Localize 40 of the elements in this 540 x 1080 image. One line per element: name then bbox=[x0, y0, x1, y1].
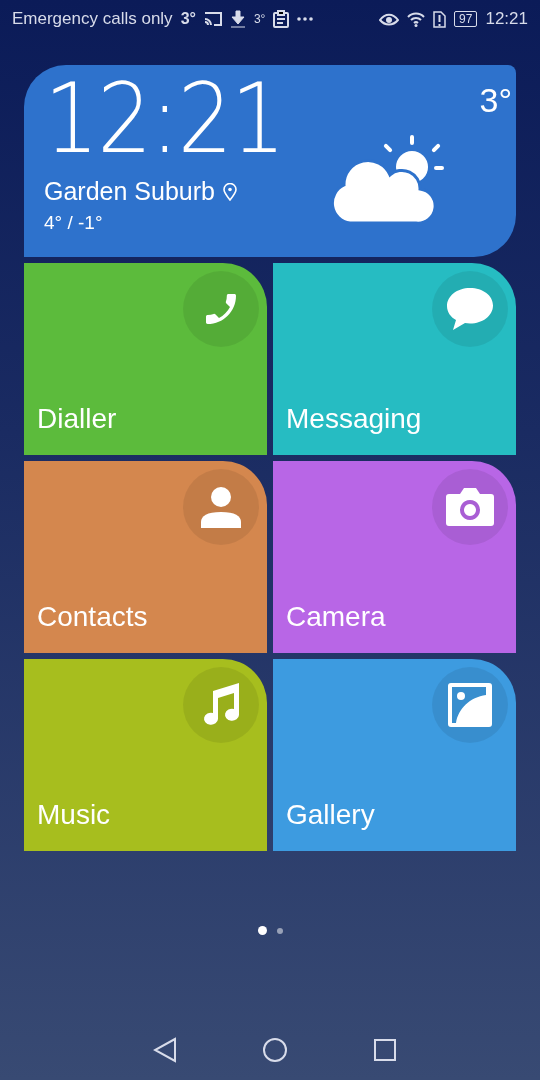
app-label: Contacts bbox=[37, 601, 148, 633]
weather-card[interactable]: 12:21 Garden Suburb 4° / -1° 3° bbox=[24, 65, 516, 257]
battery-indicator: 97 bbox=[454, 11, 478, 27]
status-text: Emergency calls only bbox=[12, 9, 173, 29]
app-tile[interactable]: Messaging bbox=[273, 263, 516, 455]
image-icon bbox=[446, 681, 494, 729]
temperature-text: 3° bbox=[180, 10, 196, 28]
app-label: Dialler bbox=[37, 403, 117, 435]
recent-apps-icon[interactable] bbox=[373, 1038, 398, 1062]
speech-bubble-icon bbox=[444, 285, 496, 333]
page-dot[interactable] bbox=[276, 927, 283, 934]
app-label: Music bbox=[37, 799, 111, 831]
temperature-text: 3° bbox=[253, 12, 266, 26]
app-tile[interactable]: Music bbox=[24, 659, 267, 851]
location-name: Garden Suburb bbox=[44, 177, 215, 206]
download-icon bbox=[229, 10, 246, 28]
app-tile[interactable]: Dialler bbox=[24, 263, 267, 455]
page-dot[interactable] bbox=[257, 926, 267, 935]
camera-icon bbox=[445, 486, 495, 528]
more-icon bbox=[297, 17, 314, 21]
location-pin-icon bbox=[222, 182, 237, 201]
cast-icon bbox=[203, 11, 222, 27]
sim-alert-icon bbox=[433, 10, 447, 28]
back-icon[interactable] bbox=[152, 1037, 177, 1063]
app-tile[interactable]: Contacts bbox=[24, 461, 267, 653]
temperature-range: 4° / -1° bbox=[44, 212, 104, 234]
home-icon[interactable] bbox=[262, 1037, 288, 1063]
app-label: Camera bbox=[286, 601, 386, 633]
person-icon bbox=[198, 484, 244, 530]
status-time: 12:21 bbox=[485, 9, 528, 29]
app-label: Messaging bbox=[286, 403, 422, 435]
app-tile[interactable]: Camera bbox=[273, 461, 516, 653]
wifi-icon bbox=[407, 11, 426, 27]
app-label: Gallery bbox=[286, 799, 375, 831]
clipboard-icon bbox=[273, 10, 290, 28]
current-temperature: 3° bbox=[479, 81, 512, 120]
app-tile[interactable]: Gallery bbox=[273, 659, 516, 851]
eye-icon bbox=[379, 11, 400, 27]
cloud-sun-icon bbox=[330, 135, 446, 225]
clock-time: 12:21 bbox=[44, 71, 284, 167]
